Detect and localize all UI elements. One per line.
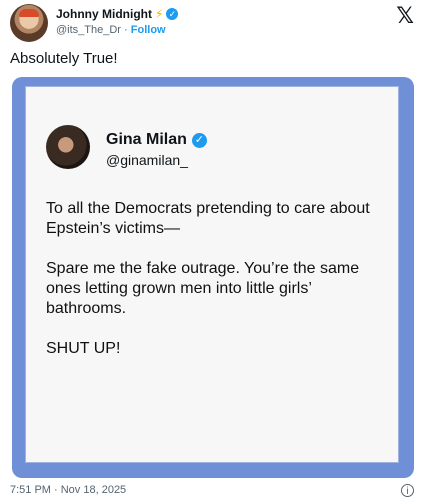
quoted-author-avatar (46, 125, 90, 169)
attached-image[interactable]: Gina Milan ✓ @ginamilan_ To all the Demo… (12, 77, 414, 478)
author-handle[interactable]: @its_The_Dr (56, 24, 121, 36)
separator-dot: · (124, 24, 128, 36)
author-handle-row: @its_The_Dr · Follow (56, 24, 166, 36)
quoted-author-handle: @ginamilan_ (106, 152, 188, 168)
verified-badge-icon: ✓ (166, 8, 179, 20)
tweet-text: Absolutely True! (10, 50, 118, 67)
quoted-author-name-row: Gina Milan ✓ (106, 131, 207, 149)
author-name-row: Johnny Midnight ⚡ ✓ (56, 7, 179, 21)
quoted-paragraph: SHUT UP! (46, 340, 121, 357)
quoted-paragraph: To all the Democrats pretending to care … (46, 200, 370, 237)
info-icon[interactable]: i (401, 484, 414, 497)
lightning-emoji-icon: ⚡ (154, 7, 164, 21)
quoted-post-screenshot: Gina Milan ✓ @ginamilan_ To all the Demo… (25, 86, 399, 463)
quoted-post-body: To all the Democrats pretending to care … (46, 199, 391, 379)
quoted-paragraph: Spare me the fake outrage. You’re the sa… (46, 260, 360, 317)
quoted-author-name: Gina Milan (106, 131, 187, 148)
author-name[interactable]: Johnny Midnight (56, 7, 152, 21)
x-logo-icon[interactable]: 𝕏 (396, 4, 414, 29)
tweet-header: Johnny Midnight ⚡ ✓ @its_The_Dr · Follow… (10, 4, 418, 44)
quoted-verified-badge-icon: ✓ (191, 132, 207, 148)
author-avatar[interactable] (10, 4, 48, 42)
follow-button[interactable]: Follow (131, 24, 166, 36)
tweet-timestamp[interactable]: 7:51 PM · Nov 18, 2025 (10, 484, 126, 496)
